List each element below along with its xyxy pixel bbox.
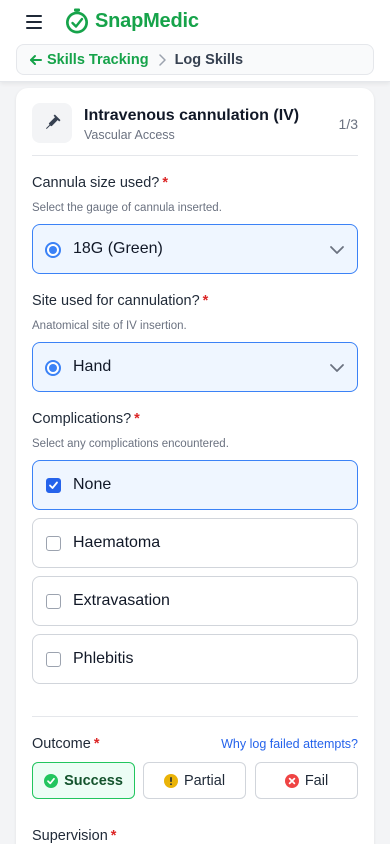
site-value: Hand (73, 358, 112, 375)
required-marker: * (110, 828, 117, 844)
app-logo[interactable]: SnapMedic (64, 8, 199, 34)
complication-option-phlebitis[interactable]: Phlebitis (32, 634, 358, 684)
complication-option-extravasation[interactable]: Extravasation (32, 576, 358, 626)
arrow-left-icon (30, 54, 42, 65)
complication-option-label: Haematoma (73, 534, 161, 551)
breadcrumb-back-link[interactable]: Skills Tracking (29, 52, 149, 68)
complication-option-label: None (73, 476, 112, 493)
divider (32, 155, 358, 156)
complications-label-text: Complications? (32, 411, 132, 427)
complication-option-label: Extravasation (73, 592, 170, 609)
checkbox-icon (46, 594, 61, 609)
chevron-right-icon (158, 53, 166, 66)
outcome-partial-button[interactable]: Partial (143, 762, 246, 799)
complications-question-label: Complications? * (32, 411, 140, 427)
breadcrumb-current: Log Skills (174, 51, 244, 68)
outcome-partial-label: Partial (183, 772, 226, 789)
site-question-label: Site used for cannulation? * (32, 293, 208, 309)
menu-icon-line (26, 21, 42, 23)
cannula-label-text: Cannula size used? (32, 175, 160, 191)
site-label-text: Site used for cannulation? (32, 293, 200, 309)
cannula-help-text: Select the gauge of cannula inserted. (32, 202, 222, 214)
site-help-text: Anatomical site of IV insertion. (32, 320, 187, 332)
check-circle-icon (44, 773, 59, 788)
cannula-size-select[interactable]: 18G (Green) (32, 224, 358, 274)
breadcrumb-back-label: Skills Tracking (47, 51, 149, 68)
menu-icon-line (26, 27, 42, 29)
stopwatch-logo-icon (66, 8, 88, 34)
complication-option-haematoma[interactable]: Haematoma (32, 518, 358, 568)
skill-log-card: Intravenous cannulation (IV) Vascular Ac… (16, 88, 374, 844)
skill-progress: 1/3 (338, 116, 358, 132)
warning-circle-icon (163, 773, 178, 788)
menu-icon-line (26, 15, 42, 17)
skill-header: Intravenous cannulation (IV) Vascular Ac… (32, 103, 358, 155)
required-marker: * (202, 293, 209, 309)
outcome-label: Outcome * (32, 736, 100, 752)
complication-option-label: Phlebitis (73, 650, 134, 667)
skill-title: Intravenous cannulation (IV) (84, 107, 300, 124)
outcome-fail-button[interactable]: Fail (255, 762, 358, 799)
chevron-down-icon (330, 246, 344, 254)
complication-option-none[interactable]: None (32, 460, 358, 510)
outcome-fail-label: Fail (304, 772, 329, 789)
outcome-success-label: Success (64, 772, 123, 789)
menu-button[interactable] (26, 15, 42, 29)
required-marker: * (134, 411, 140, 427)
checkbox-checked-icon (46, 478, 61, 493)
radio-selected-icon (45, 242, 61, 258)
divider (32, 716, 358, 717)
cannula-size-value: 18G (Green) (73, 240, 163, 257)
checkbox-icon (46, 652, 61, 667)
chevron-down-icon (330, 364, 344, 372)
radio-selected-icon (45, 360, 61, 376)
app-header: SnapMedic Skills Tracking Log Skills (0, 0, 390, 82)
x-circle-icon (284, 773, 299, 788)
supervision-label: Supervision * (32, 828, 116, 844)
why-log-failed-link[interactable]: Why log failed attempts? (221, 737, 358, 751)
required-marker: * (162, 175, 169, 191)
required-marker: * (93, 736, 100, 752)
supervision-label-text: Supervision (32, 828, 108, 844)
site-select[interactable]: Hand (32, 342, 358, 392)
outcome-label-text: Outcome (32, 736, 91, 752)
checkbox-icon (46, 536, 61, 551)
syringe-icon (32, 103, 72, 143)
breadcrumb: Skills Tracking Log Skills (16, 44, 374, 75)
app-name: SnapMedic (95, 9, 199, 32)
complications-help-text: Select any complications encountered. (32, 438, 229, 450)
outcome-success-button[interactable]: Success (32, 762, 135, 799)
cannula-question-label: Cannula size used? * (32, 175, 168, 191)
skill-category: Vascular Access (84, 128, 175, 142)
